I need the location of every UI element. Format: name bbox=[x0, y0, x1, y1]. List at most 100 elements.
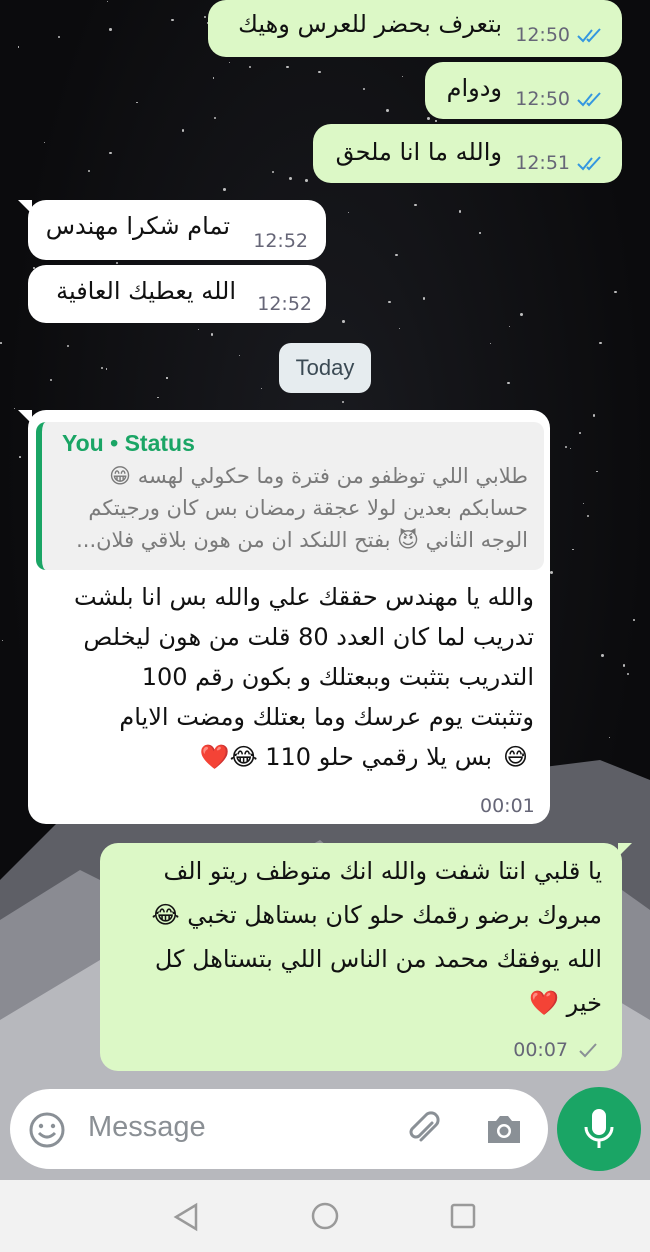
message-text-line: يا قلبي انتا شفت والله انك متوظف ريتو ال… bbox=[163, 857, 602, 885]
star-dot bbox=[565, 446, 568, 449]
message-text-line: والله يا مهندس حققك علي والله بس انا بلش… bbox=[74, 583, 534, 611]
star-dot bbox=[212, 77, 214, 79]
message-text-line: تدريب لما كان العدد 80 قلت من هون ليخلص bbox=[83, 623, 534, 651]
star-dot bbox=[305, 179, 308, 183]
star-dot bbox=[458, 210, 462, 213]
date-separator-chip: Today bbox=[279, 343, 371, 393]
circle-home-icon[interactable] bbox=[310, 1201, 340, 1231]
bubble-tail bbox=[618, 843, 632, 857]
message-bubble-outgoing[interactable]: ودوام 12:50 bbox=[425, 62, 622, 119]
star-dot bbox=[422, 297, 425, 300]
star-dot bbox=[88, 170, 91, 173]
double-check-icon bbox=[577, 28, 601, 43]
star-dot bbox=[248, 66, 252, 69]
star-dot bbox=[285, 65, 289, 69]
message-time: 12:51 bbox=[515, 152, 570, 174]
smiley-icon[interactable] bbox=[28, 1111, 66, 1149]
sweat-smile-emoji: 😅 bbox=[502, 743, 528, 771]
message-time: 00:07 bbox=[513, 1039, 568, 1061]
star-dot bbox=[105, 368, 107, 370]
star-dot bbox=[571, 548, 574, 551]
bubble-tail bbox=[18, 410, 32, 424]
star-dot bbox=[271, 170, 274, 173]
message-bubble-outgoing[interactable]: والله ما انا ملحق 12:51 bbox=[313, 124, 622, 183]
star-dot bbox=[66, 344, 70, 348]
message-text-line: الله يوفقك محمد من الناس اللي بتستاهل كل bbox=[154, 945, 602, 973]
star-dot bbox=[342, 320, 346, 324]
star-dot bbox=[210, 333, 214, 336]
star-dot bbox=[181, 129, 185, 132]
single-check-icon bbox=[579, 1043, 597, 1058]
message-input[interactable]: Message bbox=[88, 1111, 206, 1144]
star-dot bbox=[109, 28, 112, 32]
star-dot bbox=[288, 176, 292, 180]
star-dot bbox=[214, 116, 217, 119]
star-dot bbox=[318, 70, 321, 74]
star-dot bbox=[1, 639, 4, 641]
voice-record-button[interactable] bbox=[557, 1087, 641, 1171]
quote-line: حسابكم بعدين لولا عجقة رمضان بس كان ورجي… bbox=[88, 496, 528, 520]
star-dot bbox=[596, 470, 598, 472]
message-meta: 12:50 bbox=[515, 88, 604, 110]
message-bubble-incoming[interactable]: الله يعطيك العافية 12:52 bbox=[28, 265, 326, 323]
star-dot bbox=[426, 117, 430, 121]
message-time: 12:52 bbox=[253, 230, 308, 252]
message-bubble-outgoing[interactable]: يا قلبي انتا شفت والله انك متوظف ريتو ال… bbox=[100, 843, 632, 1071]
paperclip-icon[interactable] bbox=[404, 1109, 444, 1149]
star-dot bbox=[0, 342, 2, 344]
star-dot bbox=[398, 327, 401, 330]
star-dot bbox=[341, 400, 345, 404]
star-dot bbox=[260, 387, 263, 390]
triangle-back-icon[interactable] bbox=[172, 1202, 200, 1232]
quote-line: طلابي اللي توظفو من فترة وما حكولي لهسه … bbox=[109, 464, 528, 488]
star-dot bbox=[171, 18, 175, 22]
star-dot bbox=[204, 16, 207, 19]
star-dot bbox=[115, 261, 119, 265]
star-dot bbox=[587, 515, 590, 518]
square-recents-icon[interactable] bbox=[450, 1203, 476, 1229]
star-dot bbox=[166, 377, 168, 379]
star-dot bbox=[608, 737, 610, 739]
quoted-status[interactable]: You • Status طلابي اللي توظفو من فترة وم… bbox=[36, 422, 544, 570]
message-text-line: التدريب بتثبت وببعتلك و بكون رقم 100 bbox=[141, 663, 534, 691]
star-dot bbox=[592, 414, 596, 417]
message-time: 00:01 bbox=[480, 795, 535, 817]
message-text-line: بس يلا رقمي حلو 110 😂❤️ bbox=[199, 743, 492, 771]
star-dot bbox=[479, 232, 481, 234]
message-meta: 00:07 bbox=[513, 1039, 602, 1061]
system-navigation-bar bbox=[0, 1180, 650, 1252]
star-dot bbox=[582, 503, 584, 505]
star-dot bbox=[49, 378, 52, 382]
star-dot bbox=[600, 653, 604, 657]
message-text-line: مبروك برضو رقمك حلو كان بستاهل تخبي 😂 bbox=[151, 901, 602, 929]
message-meta: 12:50 bbox=[515, 24, 604, 46]
camera-icon[interactable] bbox=[484, 1111, 524, 1147]
star-dot bbox=[626, 673, 629, 676]
star-dot bbox=[106, 0, 108, 2]
star-dot bbox=[58, 36, 61, 39]
star-dot bbox=[622, 664, 625, 667]
message-meta: 12:51 bbox=[515, 152, 604, 174]
star-dot bbox=[435, 120, 437, 122]
message-bubble-incoming[interactable]: تمام شكرا مهندس 12:52 bbox=[18, 200, 326, 260]
star-dot bbox=[633, 618, 636, 621]
star-dot bbox=[136, 101, 138, 104]
message-composer[interactable]: Message bbox=[10, 1089, 548, 1169]
star-dot bbox=[490, 343, 492, 345]
message-text-line: وتثبتت يوم عرسك وما بعتلك ومضت الايام bbox=[119, 703, 534, 731]
message-bubble-outgoing[interactable]: بتعرف بحضر للعرس وهيك 12:50 bbox=[208, 0, 622, 57]
message-time: 12:52 bbox=[257, 293, 312, 315]
star-dot bbox=[109, 152, 112, 155]
message-text: بتعرف بحضر للعرس وهيك bbox=[238, 10, 502, 38]
quote-line: الوجه الثاني 😈 بفتح اللنكد ان من هون بلا… bbox=[76, 528, 528, 552]
star-dot bbox=[347, 212, 349, 214]
double-check-icon bbox=[577, 92, 601, 107]
double-check-icon bbox=[577, 156, 601, 171]
star-dot bbox=[13, 408, 15, 410]
star-dot bbox=[228, 62, 230, 64]
message-text: تمام شكرا مهندس bbox=[45, 212, 230, 240]
star-dot bbox=[157, 396, 159, 399]
star-dot bbox=[197, 328, 199, 330]
star-dot bbox=[401, 75, 403, 77]
star-dot bbox=[414, 203, 417, 207]
